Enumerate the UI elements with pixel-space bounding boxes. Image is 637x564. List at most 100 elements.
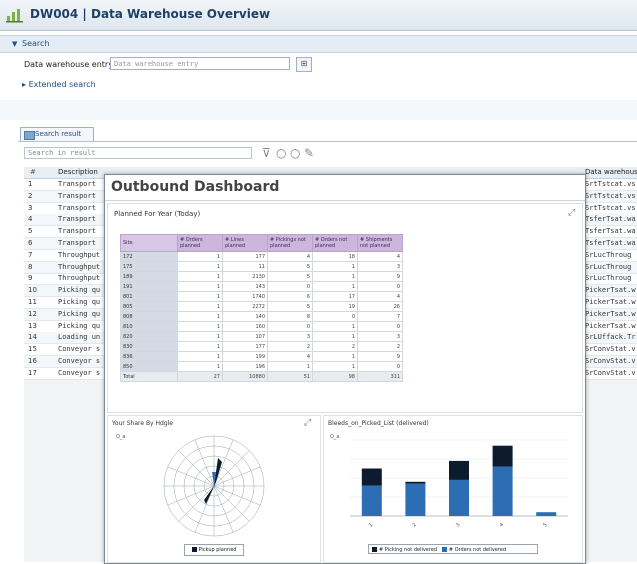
row-dw-entry: SrLucThroug [585,250,632,259]
dashboard-title: Outbound Dashboard [111,179,280,195]
planned-cell: 19 [312,301,358,312]
bins-chart-title: Bleeds_on_Picked_List (delivered) [328,420,429,427]
planned-row: 175 1 11 5 1 3 [120,261,403,272]
settings-icon[interactable]: ○ [276,146,286,160]
edit-pencil-icon[interactable]: ✎ [304,146,314,160]
legend-label-b: # Orders not delivered [448,547,507,553]
wind-chart-title: Your Share By Hdgle [112,420,173,427]
result-filter-input[interactable]: Search in result [24,147,252,159]
dw-entry-label: Data warehouse entry: [24,60,116,69]
column-header-number[interactable]: # [30,168,36,176]
row-number: 6 [28,239,33,247]
planned-cell: 3 [267,331,313,342]
wind-spoke [178,450,215,487]
bins-chart-legend: # Picking not delivered # Orders not del… [368,544,538,554]
stacked-bar-chart: Q_a 1 2 3 4 5 [330,434,568,529]
planned-cell: 1 [177,271,223,282]
extended-search-toggle[interactable]: ▸ Extended search [22,80,96,89]
planned-cell: 1740 [222,291,268,302]
row-number: 4 [28,215,33,224]
row-number: 15 [28,345,37,354]
tab-strip [18,127,637,142]
planned-column-header[interactable]: # Lines planned [222,234,268,252]
planned-cell: 1 [312,331,358,342]
planned-panel: Planned For Year (Today) ⤢ Site # Orders … [107,203,583,413]
planned-cell: 1 [312,361,358,372]
planned-cell: 805 [120,301,178,312]
planned-cell: 177 [222,251,268,262]
bar-segment [405,481,426,484]
wind-chart-panel: Your Share By Hdgle ⤢ Q_a Pickup planned [107,415,321,563]
row-number: 8 [28,262,33,271]
planned-cell: 9 [357,351,403,362]
row-dw-entry: TsferTsat.wa [585,227,636,236]
planned-cell: 1 [267,361,313,372]
legend-swatch-blue [441,547,447,552]
value-help-icon[interactable]: ⊞ [296,57,312,72]
planned-cell: 0 [267,281,313,292]
row-number: 16 [28,357,37,365]
app-logo-icon [6,9,23,23]
planned-column-header[interactable]: # Pickings not planned [267,234,313,252]
planned-cell: 1 [177,261,223,272]
planned-cell: 311 [357,371,403,382]
planned-cell: 2 [357,341,403,352]
row-dw-entry: SrtTstcat.vs [585,180,636,188]
planned-cell: 5 [267,261,313,272]
row-description: Transport [58,227,96,236]
title-bar: DW004 | Data Warehouse Overview [0,0,637,31]
planned-row: 836 1 199 4 1 9 [120,351,403,362]
expand-icon[interactable]: ⤢ [568,208,575,218]
planned-column-header[interactable]: # Shipments not planned [357,234,403,252]
bar-segment [405,483,426,516]
planned-column-header[interactable]: # Orders not planned [312,234,358,252]
collapse-triangle-icon[interactable]: ▼ [12,40,17,48]
row-description: Transport [58,180,96,188]
search-section-header[interactable]: ▼ Search [0,35,637,53]
planned-column-header[interactable]: Site [120,234,178,252]
planned-cell: 2 [312,341,358,352]
row-dw-entry: SrConvStat.v [585,368,636,377]
x-tick-label: 5 [542,522,548,528]
row-description: Conveyor s [58,357,101,365]
x-tick-label: 3 [455,522,461,528]
row-dw-entry: SrConvStat.v [585,345,636,354]
title-divider [105,200,585,201]
row-number: 12 [28,309,37,318]
filter-funnel-icon[interactable]: ⊽ [262,146,271,160]
table-icon [24,131,35,140]
row-number: 7 [28,250,33,259]
row-description: Transport [58,215,96,224]
legend-swatch [191,547,197,552]
column-header-dw-entry[interactable]: Data warehouse e [585,168,637,176]
row-dw-entry: TsferTsat.wa [585,215,636,224]
row-dw-entry: SrLucThroug [585,274,632,283]
x-tick-label: 1 [368,522,374,528]
row-dw-entry: PickerTsat.w [585,321,636,330]
planned-cell: 850 [120,361,178,372]
row-number: 2 [28,191,33,200]
row-description: Transport [58,239,96,247]
planned-cell: 26 [357,301,403,312]
column-header-description[interactable]: Description [58,168,98,176]
row-number: 10 [28,286,37,295]
bar-segment [361,485,382,516]
row-dw-entry: TsferTsat.wa [585,239,636,247]
wind-spoke [213,485,250,522]
row-description: Throughput [58,250,101,259]
wind-rose-chart: Q_a [116,434,265,537]
planned-row: 801 1 1740 6 17 4 [120,291,403,302]
dw-entry-field[interactable]: Data warehouse entry [110,57,290,70]
bins-y-label: Q_a [330,434,340,440]
row-dw-entry: SrLucThroug [585,262,632,271]
planned-cell: 1 [177,361,223,372]
planned-row: 805 1 2272 5 19 26 [120,301,403,312]
planned-cell: 1 [177,311,223,322]
planned-column-header[interactable]: # Orders planned [177,234,223,252]
row-dw-entry: SrtTstcat.vs [585,203,636,212]
planned-cell: 4 [267,351,313,362]
expand-icon[interactable]: ⤢ [304,418,311,428]
planned-cell: 1 [312,271,358,282]
planned-cell: 143 [222,281,268,292]
refresh-icon[interactable]: ○ [290,146,300,160]
